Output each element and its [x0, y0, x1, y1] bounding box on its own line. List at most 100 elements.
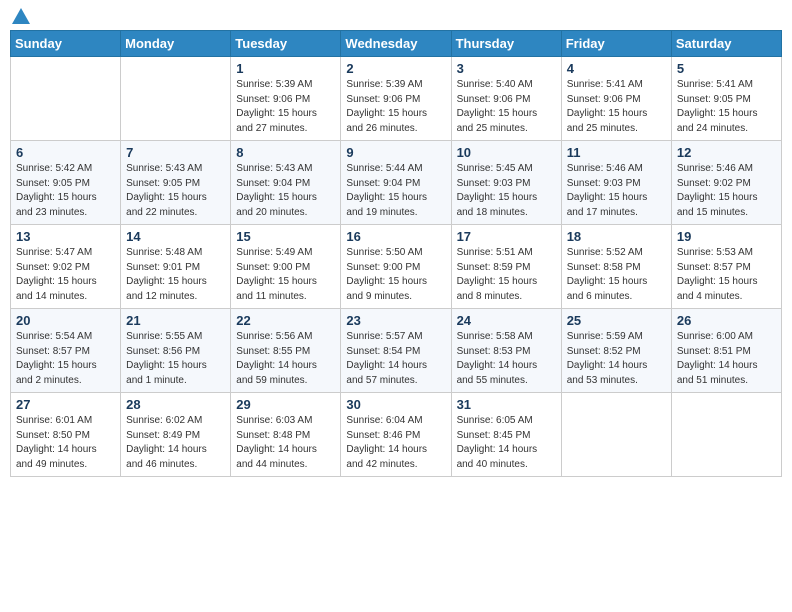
day-info: Sunrise: 5:56 AM Sunset: 8:55 PM Dayligh…: [236, 330, 335, 388]
day-info: Sunrise: 6:01 AM Sunset: 8:50 PM Dayligh…: [16, 414, 115, 472]
weekday-header: Tuesday: [231, 31, 341, 57]
day-number: 10: [457, 145, 556, 160]
calendar-day-cell: 29 Sunrise: 6:03 AM Sunset: 8:48 PM Dayli…: [231, 393, 341, 477]
logo: [10, 10, 30, 24]
day-info: Sunrise: 5:51 AM Sunset: 8:59 PM Dayligh…: [457, 246, 556, 304]
calendar-day-cell: 9 Sunrise: 5:44 AM Sunset: 9:04 PM Daylig…: [341, 141, 451, 225]
day-info: Sunrise: 5:52 AM Sunset: 8:58 PM Dayligh…: [567, 246, 666, 304]
day-number: 4: [567, 61, 666, 76]
day-info: Sunrise: 5:41 AM Sunset: 9:06 PM Dayligh…: [567, 78, 666, 136]
calendar-day-cell: 31 Sunrise: 6:05 AM Sunset: 8:45 PM Dayli…: [451, 393, 561, 477]
calendar-day-cell: 15 Sunrise: 5:49 AM Sunset: 9:00 PM Dayli…: [231, 225, 341, 309]
day-info: Sunrise: 5:41 AM Sunset: 9:05 PM Dayligh…: [677, 78, 776, 136]
calendar-day-cell: 8 Sunrise: 5:43 AM Sunset: 9:04 PM Daylig…: [231, 141, 341, 225]
weekday-header: Saturday: [671, 31, 781, 57]
day-number: 17: [457, 229, 556, 244]
calendar-day-cell: 28Sunrise: 6:02 AM Sunset: 8:49 PM Dayli…: [121, 393, 231, 477]
day-number: 26: [677, 313, 776, 328]
day-number: 18: [567, 229, 666, 244]
day-number: 20: [16, 313, 115, 328]
day-info: Sunrise: 5:49 AM Sunset: 9:00 PM Dayligh…: [236, 246, 335, 304]
day-number: 11: [567, 145, 666, 160]
calendar-day-cell: 10 Sunrise: 5:45 AM Sunset: 9:03 PM Dayli…: [451, 141, 561, 225]
day-info: Sunrise: 6:00 AM Sunset: 8:51 PM Dayligh…: [677, 330, 776, 388]
day-info: Sunrise: 6:05 AM Sunset: 8:45 PM Dayligh…: [457, 414, 556, 472]
day-number: 7: [126, 145, 225, 160]
day-number: 13: [16, 229, 115, 244]
day-number: 14: [126, 229, 225, 244]
day-number: 12: [677, 145, 776, 160]
day-number: 15: [236, 229, 335, 244]
day-number: 25: [567, 313, 666, 328]
calendar-day-cell: 4 Sunrise: 5:41 AM Sunset: 9:06 PM Daylig…: [561, 57, 671, 141]
calendar-week-row: 6 Sunrise: 5:42 AM Sunset: 9:05 PM Daylig…: [11, 141, 782, 225]
day-info: Sunrise: 5:54 AM Sunset: 8:57 PM Dayligh…: [16, 330, 115, 388]
logo-icon: [12, 8, 30, 24]
day-info: Sunrise: 5:46 AM Sunset: 9:02 PM Dayligh…: [677, 162, 776, 220]
day-info: Sunrise: 5:42 AM Sunset: 9:05 PM Dayligh…: [16, 162, 115, 220]
calendar-table: SundayMondayTuesdayWednesdayThursdayFrid…: [10, 30, 782, 477]
day-info: Sunrise: 5:55 AM Sunset: 8:56 PM Dayligh…: [126, 330, 225, 388]
calendar-day-cell: 22 Sunrise: 5:56 AM Sunset: 8:55 PM Dayli…: [231, 309, 341, 393]
calendar-day-cell: 30 Sunrise: 6:04 AM Sunset: 8:46 PM Dayli…: [341, 393, 451, 477]
day-number: 23: [346, 313, 445, 328]
day-info: Sunrise: 5:43 AM Sunset: 9:04 PM Dayligh…: [236, 162, 335, 220]
day-info: Sunrise: 5:57 AM Sunset: 8:54 PM Dayligh…: [346, 330, 445, 388]
day-number: 27: [16, 397, 115, 412]
weekday-header: Thursday: [451, 31, 561, 57]
calendar-day-cell: 3 Sunrise: 5:40 AM Sunset: 9:06 PM Daylig…: [451, 57, 561, 141]
day-info: Sunrise: 5:45 AM Sunset: 9:03 PM Dayligh…: [457, 162, 556, 220]
calendar-day-cell: 21 Sunrise: 5:55 AM Sunset: 8:56 PM Dayli…: [121, 309, 231, 393]
calendar-week-row: 13 Sunrise: 5:47 AM Sunset: 9:02 PM Dayli…: [11, 225, 782, 309]
calendar-day-cell: [671, 393, 781, 477]
calendar-week-row: 20 Sunrise: 5:54 AM Sunset: 8:57 PM Dayli…: [11, 309, 782, 393]
calendar-day-cell: 16 Sunrise: 5:50 AM Sunset: 9:00 PM Dayli…: [341, 225, 451, 309]
day-info: Sunrise: 5:39 AM Sunset: 9:06 PM Dayligh…: [236, 78, 335, 136]
day-number: 3: [457, 61, 556, 76]
day-number: 29: [236, 397, 335, 412]
day-info: Sunrise: 5:47 AM Sunset: 9:02 PM Dayligh…: [16, 246, 115, 304]
day-info: Sunrise: 6:03 AM Sunset: 8:48 PM Dayligh…: [236, 414, 335, 472]
day-info: Sunrise: 5:58 AM Sunset: 8:53 PM Dayligh…: [457, 330, 556, 388]
calendar-day-cell: 25 Sunrise: 5:59 AM Sunset: 8:52 PM Dayli…: [561, 309, 671, 393]
day-number: 16: [346, 229, 445, 244]
calendar-day-cell: 11Sunrise: 5:46 AM Sunset: 9:03 PM Dayli…: [561, 141, 671, 225]
calendar-day-cell: 12 Sunrise: 5:46 AM Sunset: 9:02 PM Dayli…: [671, 141, 781, 225]
calendar-day-cell: 20 Sunrise: 5:54 AM Sunset: 8:57 PM Dayli…: [11, 309, 121, 393]
day-info: Sunrise: 5:43 AM Sunset: 9:05 PM Dayligh…: [126, 162, 225, 220]
day-info: Sunrise: 5:59 AM Sunset: 8:52 PM Dayligh…: [567, 330, 666, 388]
calendar-day-cell: 2 Sunrise: 5:39 AM Sunset: 9:06 PM Daylig…: [341, 57, 451, 141]
day-number: 21: [126, 313, 225, 328]
day-info: Sunrise: 5:39 AM Sunset: 9:06 PM Dayligh…: [346, 78, 445, 136]
calendar-day-cell: 5Sunrise: 5:41 AM Sunset: 9:05 PM Daylig…: [671, 57, 781, 141]
day-number: 19: [677, 229, 776, 244]
day-info: Sunrise: 5:50 AM Sunset: 9:00 PM Dayligh…: [346, 246, 445, 304]
calendar-day-cell: 13 Sunrise: 5:47 AM Sunset: 9:02 PM Dayli…: [11, 225, 121, 309]
weekday-header: Wednesday: [341, 31, 451, 57]
day-info: Sunrise: 5:48 AM Sunset: 9:01 PM Dayligh…: [126, 246, 225, 304]
calendar-day-cell: [11, 57, 121, 141]
day-number: 22: [236, 313, 335, 328]
day-number: 6: [16, 145, 115, 160]
day-number: 31: [457, 397, 556, 412]
calendar-week-row: 1 Sunrise: 5:39 AM Sunset: 9:06 PM Daylig…: [11, 57, 782, 141]
calendar-day-cell: 7 Sunrise: 5:43 AM Sunset: 9:05 PM Daylig…: [121, 141, 231, 225]
day-info: Sunrise: 6:04 AM Sunset: 8:46 PM Dayligh…: [346, 414, 445, 472]
day-number: 9: [346, 145, 445, 160]
calendar-day-cell: 27 Sunrise: 6:01 AM Sunset: 8:50 PM Dayli…: [11, 393, 121, 477]
calendar-day-cell: 26 Sunrise: 6:00 AM Sunset: 8:51 PM Dayli…: [671, 309, 781, 393]
weekday-header: Monday: [121, 31, 231, 57]
day-info: Sunrise: 5:40 AM Sunset: 9:06 PM Dayligh…: [457, 78, 556, 136]
day-number: 2: [346, 61, 445, 76]
weekday-header: Friday: [561, 31, 671, 57]
day-number: 1: [236, 61, 335, 76]
calendar-day-cell: 18 Sunrise: 5:52 AM Sunset: 8:58 PM Dayli…: [561, 225, 671, 309]
calendar-header-row: SundayMondayTuesdayWednesdayThursdayFrid…: [11, 31, 782, 57]
page-header: [10, 10, 782, 24]
day-info: Sunrise: 5:53 AM Sunset: 8:57 PM Dayligh…: [677, 246, 776, 304]
calendar-day-cell: 24Sunrise: 5:58 AM Sunset: 8:53 PM Dayli…: [451, 309, 561, 393]
day-number: 8: [236, 145, 335, 160]
day-number: 30: [346, 397, 445, 412]
day-info: Sunrise: 6:02 AM Sunset: 8:49 PM Dayligh…: [126, 414, 225, 472]
day-info: Sunrise: 5:44 AM Sunset: 9:04 PM Dayligh…: [346, 162, 445, 220]
